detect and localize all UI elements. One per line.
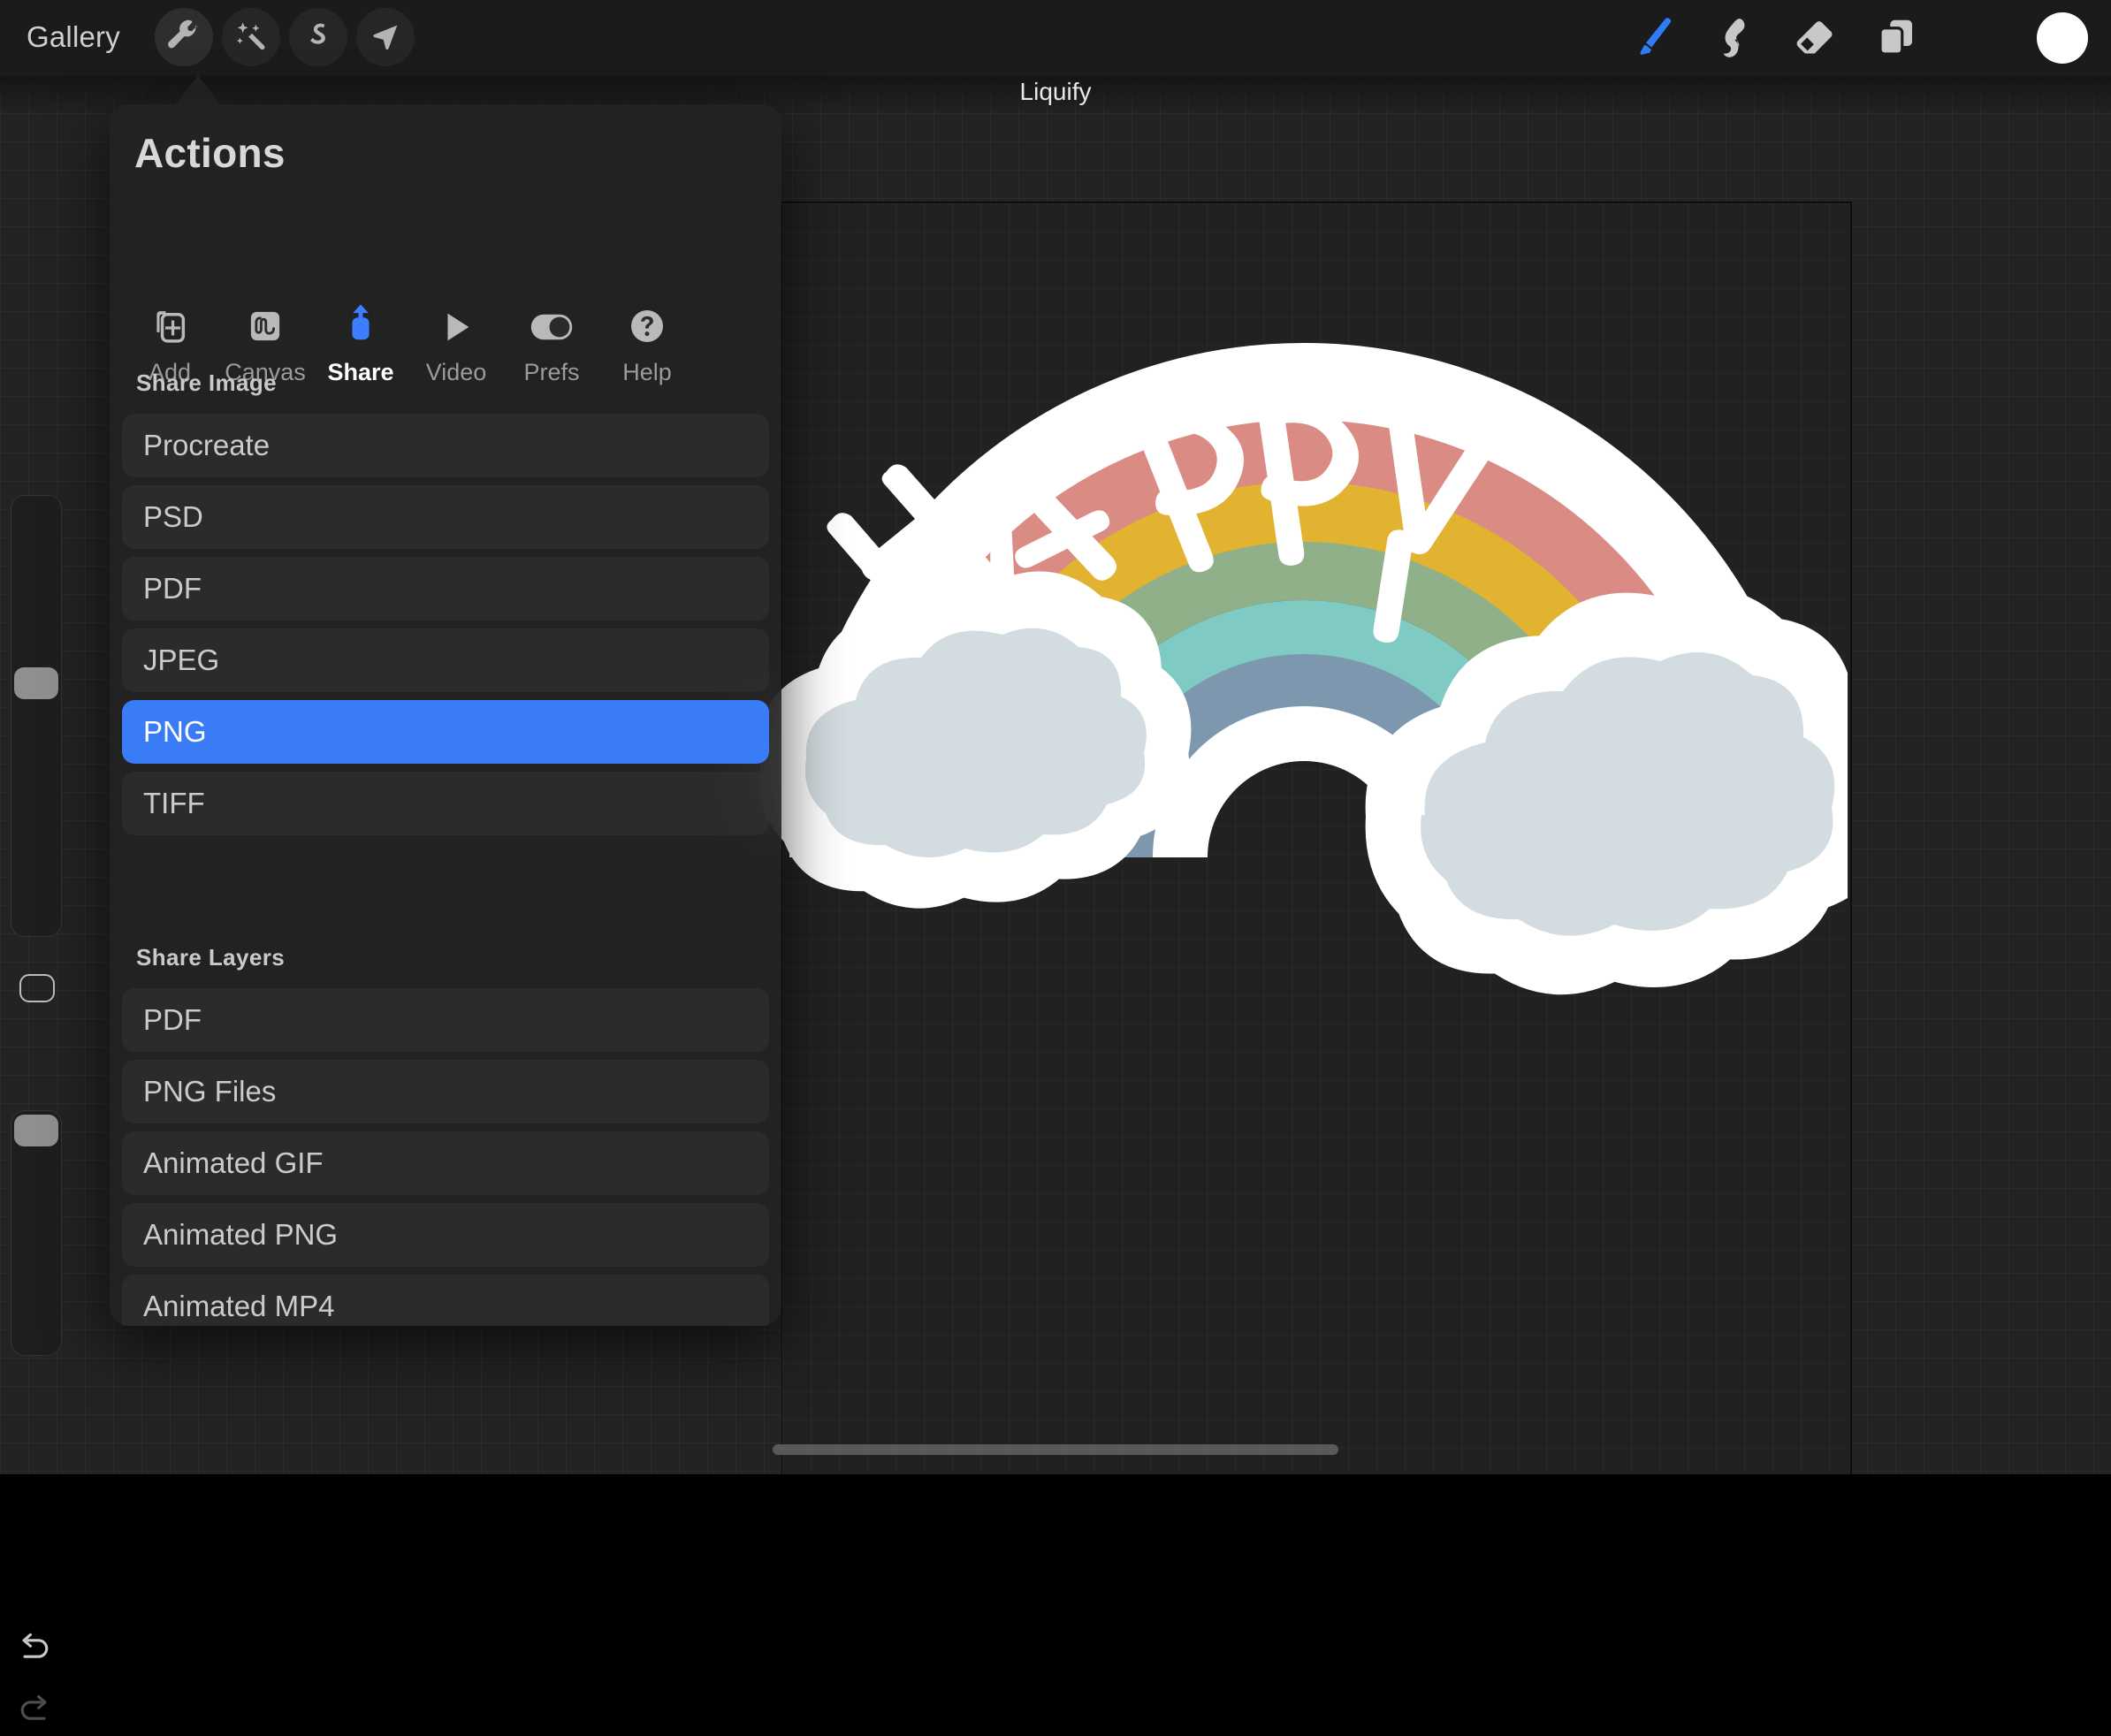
share-icon (340, 297, 381, 346)
question-icon (627, 297, 667, 346)
brush-opacity-slider[interactable] (11, 1110, 62, 1356)
smudge-icon[interactable] (1706, 11, 1761, 65)
tab-help[interactable]: Help (599, 297, 695, 386)
gallery-button[interactable]: Gallery (27, 12, 120, 62)
artwork-rainbow-happy (760, 292, 1848, 1105)
brush-opacity-thumb[interactable] (14, 1115, 58, 1146)
section-heading-share-layers: Share Layers (136, 944, 286, 971)
brush-size-slider[interactable] (11, 495, 62, 937)
brush-size-thumb[interactable] (14, 667, 58, 699)
layers-icon[interactable] (1869, 11, 1924, 65)
layers-option-animated-mp4[interactable]: Animated MP4 (122, 1275, 769, 1326)
share-option-tiff[interactable]: TIFF (122, 772, 769, 835)
tab-prefs-label: Prefs (523, 359, 580, 385)
tab-video[interactable]: Video (408, 297, 504, 386)
color-swatch[interactable] (2037, 12, 2088, 64)
toggle-icon (530, 297, 574, 346)
canvas-icon (245, 297, 286, 346)
tab-share[interactable]: Share (313, 297, 408, 386)
left-sidebar (0, 491, 67, 1720)
layers-option-animated-png[interactable]: Animated PNG (122, 1203, 769, 1267)
share-option-png[interactable]: PNG (122, 700, 769, 764)
home-indicator[interactable] (773, 1444, 1338, 1455)
share-option-psd[interactable]: PSD (122, 485, 769, 549)
wrench-icon[interactable] (155, 8, 213, 66)
tab-video-label: Video (425, 359, 487, 385)
modify-button[interactable] (19, 974, 55, 1002)
panel-pointer-arrow (175, 75, 221, 105)
share-option-jpeg[interactable]: JPEG (122, 628, 769, 692)
panel-title: Actions (134, 130, 286, 176)
tab-share-label: Share (327, 359, 394, 385)
play-icon (437, 297, 476, 346)
tab-help-label: Help (622, 359, 672, 385)
layers-option-pdf[interactable]: PDF (122, 988, 769, 1052)
tab-prefs[interactable]: Prefs (504, 297, 599, 386)
share-option-pdf[interactable]: PDF (122, 557, 769, 621)
layers-option-png-files[interactable]: PNG Files (122, 1060, 769, 1123)
transform-arrow-icon[interactable] (356, 8, 415, 66)
top-toolbar: Gallery (0, 0, 2111, 76)
layers-option-animated-gif[interactable]: Animated GIF (122, 1131, 769, 1195)
redo-button[interactable] (9, 1685, 60, 1736)
eraser-icon[interactable] (1787, 11, 1842, 65)
actions-panel: Actions Add Canvas Share Video Prefs Hel… (110, 104, 781, 1326)
paintbrush-icon[interactable] (1625, 11, 1680, 65)
magic-wand-icon[interactable] (222, 8, 280, 66)
share-option-procreate[interactable]: Procreate (122, 414, 769, 477)
selection-icon[interactable] (289, 8, 347, 66)
add-layer-icon (149, 297, 190, 346)
undo-button[interactable] (9, 1623, 60, 1674)
section-heading-share-image: Share Image (136, 369, 278, 396)
document-title: Liquify (1019, 78, 1092, 105)
share-image-list: Procreate PSD PDF JPEG PNG TIFF (122, 414, 769, 843)
cloud-left (760, 571, 1192, 909)
share-layers-list: PDF PNG Files Animated GIF Animated PNG … (122, 988, 769, 1326)
